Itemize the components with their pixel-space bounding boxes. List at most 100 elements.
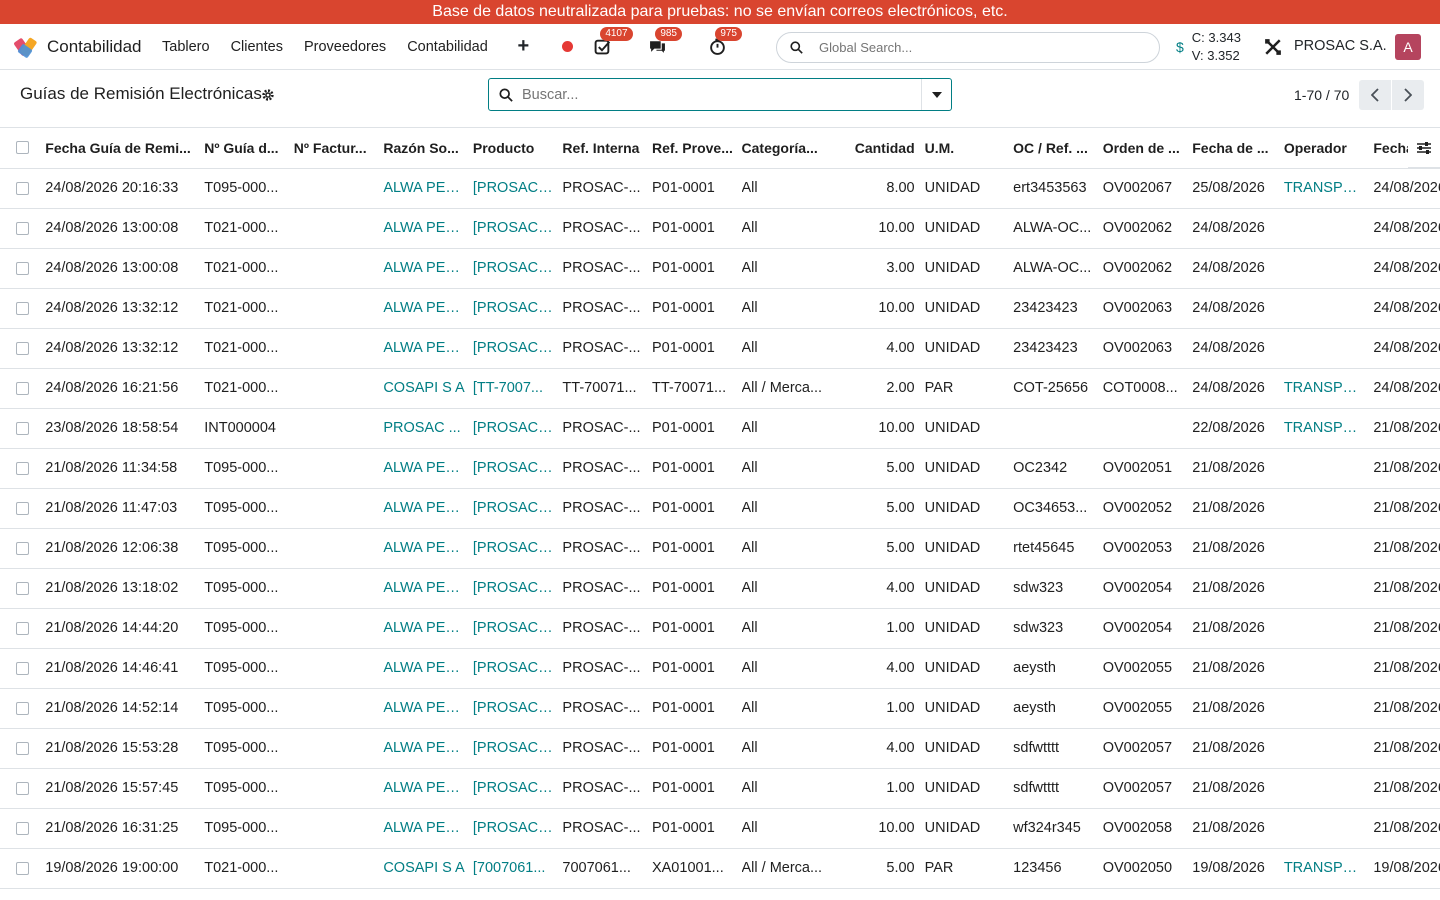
- timesheet-timer-button[interactable]: 975: [706, 26, 742, 58]
- cell-operador[interactable]: [1283, 688, 1374, 729]
- cell-operador[interactable]: TRANSPO...: [1283, 848, 1374, 889]
- row-checkbox[interactable]: [16, 861, 29, 875]
- cell-producto[interactable]: [PROSAC-...: [472, 608, 563, 649]
- table-row[interactable]: 24/08/2026 13:00:08 T021-000... ALWA PER..…: [0, 208, 1440, 249]
- cell-razon-social[interactable]: ALWA PER...: [383, 728, 473, 769]
- row-checkbox-cell[interactable]: [0, 688, 46, 729]
- row-checkbox-cell[interactable]: [0, 528, 46, 569]
- cell-operador[interactable]: [1283, 648, 1374, 689]
- activities-button[interactable]: 4107: [591, 26, 633, 58]
- row-checkbox-cell[interactable]: [0, 208, 46, 249]
- row-checkbox-cell[interactable]: [0, 568, 46, 609]
- cell-producto[interactable]: [PROSAC-...: [472, 528, 563, 569]
- cell-operador[interactable]: [1283, 208, 1374, 249]
- cell-operador[interactable]: [1283, 528, 1374, 569]
- row-checkbox-cell[interactable]: [0, 608, 46, 649]
- cell-producto[interactable]: [PROSAC-...: [472, 568, 563, 609]
- cell-operador[interactable]: TRANSPO...: [1283, 168, 1374, 209]
- row-checkbox[interactable]: [16, 261, 29, 275]
- col-ref-proveedor[interactable]: Ref. Prove...: [651, 128, 742, 169]
- row-checkbox[interactable]: [16, 541, 29, 555]
- table-row[interactable]: 21/08/2026 15:57:45 T095-000... ALWA PER..…: [0, 768, 1440, 809]
- select-all-checkbox[interactable]: [16, 141, 29, 155]
- table-row[interactable]: 19/08/2026 19:00:00 T021-000... COSAPI S A…: [0, 848, 1440, 889]
- col-operador[interactable]: Operador: [1283, 128, 1374, 169]
- cell-operador[interactable]: [1283, 488, 1374, 529]
- cell-razon-social[interactable]: ALWA PER...: [383, 208, 473, 249]
- table-row[interactable]: 24/08/2026 13:00:08 T021-000... ALWA PER..…: [0, 248, 1440, 289]
- menu-item-clientes[interactable]: Clientes: [220, 39, 293, 55]
- cell-producto[interactable]: [PROSAC-...: [472, 408, 563, 449]
- app-name[interactable]: Contabilidad: [47, 37, 142, 57]
- cell-razon-social[interactable]: ALWA PER...: [383, 688, 473, 729]
- search-options-toggle[interactable]: [921, 79, 951, 110]
- cell-operador[interactable]: TRANSPO...: [1283, 408, 1374, 449]
- cell-producto[interactable]: [PROSAC-...: [472, 248, 563, 289]
- cell-razon-social[interactable]: ALWA PER...: [383, 768, 473, 809]
- col-fecha-guia[interactable]: Fecha Guía de Remi...: [45, 128, 205, 169]
- global-search-box[interactable]: [776, 32, 1160, 63]
- table-row[interactable]: 24/08/2026 13:32:12 T021-000... ALWA PER..…: [0, 328, 1440, 369]
- exchange-rate-widget[interactable]: $ C: 3.343 V: 3.352: [1176, 29, 1241, 65]
- cell-producto[interactable]: [TT-7007...: [472, 368, 563, 409]
- row-checkbox-cell[interactable]: [0, 648, 46, 689]
- app-logo-icon[interactable]: [13, 36, 38, 59]
- cell-razon-social[interactable]: ALWA PER...: [383, 328, 473, 369]
- cell-razon-social[interactable]: ALWA PER...: [383, 648, 473, 689]
- table-row[interactable]: 21/08/2026 11:47:03 T095-000... ALWA PER..…: [0, 488, 1440, 529]
- cell-operador[interactable]: [1283, 328, 1374, 369]
- global-search-input[interactable]: [819, 40, 1119, 55]
- row-checkbox[interactable]: [16, 781, 29, 795]
- row-checkbox[interactable]: [16, 381, 29, 395]
- row-checkbox-cell[interactable]: [0, 368, 46, 409]
- cell-operador[interactable]: TRANSPO...: [1283, 368, 1374, 409]
- cell-operador[interactable]: [1283, 288, 1374, 329]
- cell-operador[interactable]: [1283, 568, 1374, 609]
- col-ref-interna[interactable]: Ref. Interna: [562, 128, 652, 169]
- table-row[interactable]: 21/08/2026 15:53:28 T095-000... ALWA PER..…: [0, 728, 1440, 769]
- menu-item-tablero[interactable]: Tablero: [152, 39, 221, 55]
- row-checkbox-cell[interactable]: [0, 248, 46, 289]
- cell-razon-social[interactable]: COSAPI S A: [383, 368, 473, 409]
- row-checkbox-cell[interactable]: [0, 488, 46, 529]
- row-checkbox-cell[interactable]: [0, 288, 46, 329]
- select-all-checkbox-cell[interactable]: [0, 128, 46, 169]
- row-checkbox[interactable]: [16, 221, 29, 235]
- row-checkbox-cell[interactable]: [0, 768, 46, 809]
- cell-razon-social[interactable]: COSAPI S A: [383, 848, 473, 889]
- quick-create-plus-icon[interactable]: +: [508, 35, 538, 58]
- col-razon-social[interactable]: Razón So...: [383, 128, 473, 169]
- cell-razon-social[interactable]: ALWA PER...: [383, 448, 473, 489]
- cell-razon-social[interactable]: ALWA PER...: [383, 488, 473, 529]
- cell-razon-social[interactable]: ALWA PER...: [383, 168, 473, 209]
- user-avatar[interactable]: A: [1395, 34, 1421, 60]
- cell-operador[interactable]: [1283, 808, 1374, 849]
- row-checkbox[interactable]: [16, 341, 29, 355]
- col-fecha-de[interactable]: Fecha de ...: [1192, 128, 1284, 169]
- row-checkbox[interactable]: [16, 181, 29, 195]
- table-row[interactable]: 21/08/2026 13:18:02 T095-000... ALWA PER..…: [0, 568, 1440, 609]
- cell-producto[interactable]: [PROSAC-...: [472, 808, 563, 849]
- row-checkbox[interactable]: [16, 581, 29, 595]
- row-checkbox[interactable]: [16, 421, 29, 435]
- row-checkbox[interactable]: [16, 621, 29, 635]
- search-input[interactable]: [522, 86, 912, 103]
- cell-razon-social[interactable]: ALWA PER...: [383, 608, 473, 649]
- table-row[interactable]: 24/08/2026 13:32:12 T021-000... ALWA PER..…: [0, 288, 1440, 329]
- col-categoria[interactable]: Categoría...: [741, 128, 832, 169]
- cell-producto[interactable]: [PROSAC-...: [472, 288, 563, 329]
- table-row[interactable]: 23/08/2026 18:58:54 INT000004 PROSAC ... [P…: [0, 408, 1440, 449]
- cell-producto[interactable]: [PROSAC-...: [472, 768, 563, 809]
- cell-operador[interactable]: [1283, 608, 1374, 649]
- row-checkbox[interactable]: [16, 501, 29, 515]
- pager-previous-button[interactable]: [1359, 80, 1391, 110]
- cell-razon-social[interactable]: ALWA PER...: [383, 568, 473, 609]
- cell-operador[interactable]: [1283, 728, 1374, 769]
- row-checkbox-cell[interactable]: [0, 448, 46, 489]
- cell-producto[interactable]: [7007061...: [472, 848, 563, 889]
- menu-item-proveedores[interactable]: Proveedores: [293, 39, 396, 55]
- row-checkbox[interactable]: [16, 741, 29, 755]
- cell-razon-social[interactable]: ALWA PER...: [383, 288, 473, 329]
- cell-producto[interactable]: [PROSAC-...: [472, 488, 563, 529]
- cell-operador[interactable]: [1283, 768, 1374, 809]
